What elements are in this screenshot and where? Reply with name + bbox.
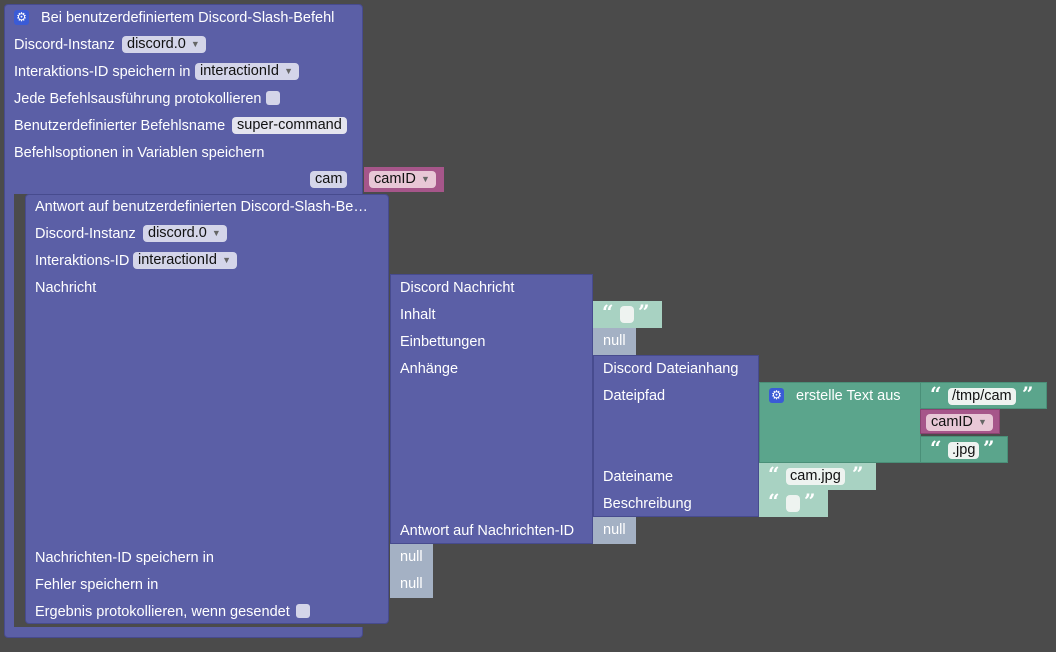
reply-message-label: Nachricht [35, 280, 97, 296]
outer-instance-dropdown[interactable]: discord.0 ▼ [122, 36, 206, 53]
open-quote-icon: “ [768, 462, 780, 486]
attachment-name-text-block[interactable]: “ cam.jpg ” [759, 463, 876, 490]
attachment-name-field[interactable]: cam.jpg [786, 468, 845, 485]
option-name-field[interactable]: cam [310, 171, 348, 188]
reply-interaction-value: interactionId [138, 252, 217, 268]
message-embeds-label: Einbettungen [400, 334, 486, 350]
outer-interaction-label: Interaktions-ID speichern in [14, 64, 191, 80]
message-content-field[interactable] [620, 306, 634, 323]
open-quote-icon: “ [930, 382, 942, 406]
option-variable-block[interactable]: camID ▼ [364, 167, 444, 192]
message-embeds-null-block[interactable]: null [593, 328, 636, 355]
null-label: null [603, 333, 626, 349]
close-quote-icon: ” [1022, 382, 1034, 406]
reply-log-label: Ergebnis protokollieren, wenn gesendet [35, 604, 290, 620]
reply-interaction-label: Interaktions-ID [35, 253, 130, 269]
option-variable-value: camID [374, 171, 416, 187]
attachment-title: Discord Dateianhang [603, 361, 739, 377]
open-quote-icon: “ [930, 436, 942, 460]
message-content-text-block[interactable]: “ ” [593, 301, 662, 328]
open-quote-icon: “ [768, 489, 780, 513]
outer-cmdname-label: Benutzerdefinierter Befehlsname [14, 118, 226, 134]
outer-log-label: Jede Befehlsausführung protokollieren [14, 91, 262, 107]
attachment-desc-text-block[interactable]: “ ” [759, 490, 828, 517]
outer-cmdname-field[interactable]: super-command [232, 117, 347, 134]
join-variable-value: camID [931, 414, 973, 430]
null-label: null [400, 549, 423, 565]
close-quote-icon: ” [852, 462, 864, 486]
outer-options-label: Befehlsoptionen in Variablen speichern [14, 145, 265, 161]
reply-instance-dropdown[interactable]: discord.0 ▼ [143, 225, 227, 242]
reply-instance-label: Discord-Instanz [35, 226, 136, 242]
attachment-desc-field[interactable] [786, 495, 800, 512]
join-part1-text-block[interactable]: “ /tmp/cam ” [920, 382, 1047, 409]
chevron-down-icon: ▼ [222, 255, 231, 265]
message-reply-null-block[interactable]: null [593, 517, 636, 544]
chevron-down-icon: ▼ [977, 417, 987, 427]
outer-instance-label: Discord-Instanz [14, 37, 115, 53]
attachment-path-label: Dateipfad [603, 388, 666, 404]
reply-instance-value: discord.0 [148, 225, 207, 241]
message-reply-label: Antwort auf Nachrichten-ID [400, 523, 575, 539]
outer-interaction-dropdown[interactable]: interactionId ▼ [195, 63, 299, 80]
attachment-desc-label: Beschreibung [603, 496, 692, 512]
gear-icon[interactable]: ⚙ [14, 10, 29, 25]
message-title: Discord Nachricht [400, 280, 515, 296]
outer-interaction-value: interactionId [200, 63, 279, 79]
option-variable-dropdown[interactable]: camID ▼ [369, 171, 436, 188]
null-label: null [603, 522, 626, 538]
reply-msgid-null-block[interactable]: null [390, 544, 433, 571]
close-quote-icon: ” [638, 300, 650, 324]
chevron-down-icon: ▼ [284, 66, 293, 76]
reply-interaction-dropdown[interactable]: interactionId ▼ [133, 252, 237, 269]
outer-title: Bei benutzerdefiniertem Discord-Slash-Be… [41, 10, 335, 26]
chevron-down-icon: ▼ [420, 174, 430, 184]
null-label: null [400, 576, 423, 592]
reply-title: Antwort auf benutzerdefinierten Discord-… [35, 199, 368, 215]
reply-msgid-label: Nachrichten-ID speichern in [35, 550, 214, 566]
join-part3-text-block[interactable]: “ .jpg ” [920, 436, 1008, 463]
message-attachments-label: Anhänge [400, 361, 459, 377]
reply-error-label: Fehler speichern in [35, 577, 159, 593]
close-quote-icon: ” [804, 489, 816, 513]
join-variable-dropdown[interactable]: camID ▼ [926, 414, 993, 431]
outer-log-checkbox[interactable] [266, 91, 280, 105]
join-part1-field[interactable]: /tmp/cam [948, 388, 1016, 405]
close-quote-icon: ” [983, 436, 995, 460]
attachment-name-label: Dateiname [603, 469, 674, 485]
join-label: erstelle Text aus [796, 388, 901, 404]
join-variable-block[interactable]: camID ▼ [920, 409, 1000, 434]
reply-log-checkbox[interactable] [296, 604, 310, 618]
open-quote-icon: “ [602, 300, 614, 324]
message-content-label: Inhalt [400, 307, 436, 323]
discord-attachment-block[interactable] [593, 355, 759, 517]
chevron-down-icon: ▼ [211, 228, 221, 238]
reply-error-null-block[interactable]: null [390, 571, 433, 598]
outer-instance-value: discord.0 [127, 36, 186, 52]
gear-icon[interactable]: ⚙ [769, 388, 784, 403]
chevron-down-icon: ▼ [190, 39, 200, 49]
join-part3-field[interactable]: .jpg [948, 442, 980, 459]
